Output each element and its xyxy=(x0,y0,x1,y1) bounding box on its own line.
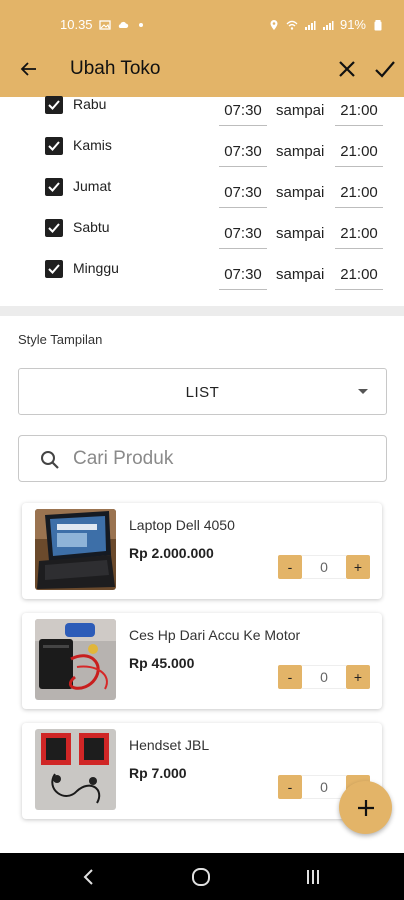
checkmark-icon xyxy=(48,223,60,233)
gallery-icon xyxy=(98,19,111,30)
display-style-label: Style Tampilan xyxy=(18,332,103,347)
schedule-row: Jumat 07:30 sampai 21:00 xyxy=(0,178,404,216)
until-label: sampai xyxy=(276,266,325,283)
location-icon xyxy=(270,19,278,30)
checkmark-icon xyxy=(48,100,60,110)
status-bar: 10.35 91% xyxy=(0,0,404,48)
arrow-left-icon xyxy=(20,62,36,76)
quantity-stepper: - 0 + xyxy=(278,665,370,689)
product-name: Ces Hp Dari Accu Ke Motor xyxy=(129,627,301,643)
recents-nav-icon xyxy=(307,870,319,884)
display-style-dropdown[interactable]: LIST xyxy=(18,368,387,415)
checkmark-icon xyxy=(48,141,60,151)
close-button[interactable] xyxy=(332,54,362,84)
product-card[interactable]: Hendset JBL Rp 7.000 - 0 + xyxy=(22,723,382,819)
signal-icon xyxy=(322,20,334,30)
close-icon xyxy=(339,61,355,77)
back-button[interactable] xyxy=(14,54,44,84)
product-price: Rp 2.000.000 xyxy=(129,545,214,561)
quantity-value[interactable]: 0 xyxy=(302,555,346,579)
product-image xyxy=(35,729,116,810)
product-card[interactable]: Ces Hp Dari Accu Ke Motor Rp 45.000 - 0 … xyxy=(22,613,382,709)
page-title: Ubah Toko xyxy=(70,58,161,79)
day-checkbox[interactable] xyxy=(45,219,63,237)
search-icon xyxy=(41,451,59,469)
battery-icon xyxy=(374,19,382,30)
quantity-value[interactable]: 0 xyxy=(302,665,346,689)
search-input[interactable] xyxy=(73,446,373,472)
open-time-field[interactable]: 07:30 xyxy=(219,182,267,208)
product-name: Hendset JBL xyxy=(129,737,210,753)
cloud-icon xyxy=(118,21,128,28)
wifi-icon xyxy=(286,20,298,30)
schedule-row: Rabu 07:30 sampai 21:00 xyxy=(0,96,404,134)
day-checkbox[interactable] xyxy=(45,260,63,278)
back-nav-icon xyxy=(83,869,93,885)
close-time-field[interactable]: 21:00 xyxy=(335,141,383,167)
increase-quantity-button[interactable]: + xyxy=(346,665,370,689)
day-checkbox[interactable] xyxy=(45,96,63,114)
until-label: sampai xyxy=(276,102,325,119)
until-label: sampai xyxy=(276,184,325,201)
section-divider xyxy=(0,306,404,316)
nav-home-button[interactable] xyxy=(186,865,216,889)
checkmark-icon xyxy=(48,182,60,192)
app-header: 10.35 91% Ubah Toko xyxy=(0,0,404,97)
decrease-quantity-button[interactable]: - xyxy=(278,555,302,579)
schedule-row: Minggu 07:30 sampai 21:00 xyxy=(0,260,404,298)
day-label: Rabu xyxy=(73,96,107,112)
until-label: sampai xyxy=(276,143,325,160)
day-label: Minggu xyxy=(73,260,119,276)
day-label: Jumat xyxy=(73,178,112,194)
product-card[interactable]: Laptop Dell 4050 Rp 2.000.000 - 0 + xyxy=(22,503,382,599)
checkmark-icon xyxy=(48,264,60,274)
open-time-field[interactable]: 07:30 xyxy=(219,223,267,249)
day-label: Sabtu xyxy=(73,219,110,235)
close-time-field[interactable]: 21:00 xyxy=(335,100,383,126)
product-image xyxy=(35,619,116,700)
close-time-field[interactable]: 21:00 xyxy=(335,223,383,249)
caret-down-icon xyxy=(358,389,368,394)
product-image xyxy=(35,509,116,590)
day-label: Kamis xyxy=(73,137,112,153)
decrease-quantity-button[interactable]: - xyxy=(278,665,302,689)
product-price: Rp 7.000 xyxy=(129,765,187,781)
open-time-field[interactable]: 07:30 xyxy=(219,100,267,126)
nav-recents-button[interactable] xyxy=(298,865,328,889)
check-icon xyxy=(375,61,395,78)
decrease-quantity-button[interactable]: - xyxy=(278,775,302,799)
day-checkbox[interactable] xyxy=(45,137,63,155)
increase-quantity-button[interactable]: + xyxy=(346,555,370,579)
close-time-field[interactable]: 21:00 xyxy=(335,264,383,290)
add-product-button[interactable] xyxy=(339,781,392,834)
nav-back-button[interactable] xyxy=(74,865,104,889)
until-label: sampai xyxy=(276,225,325,242)
signal-icon xyxy=(304,20,316,30)
home-nav-icon xyxy=(192,868,210,886)
quantity-value[interactable]: 0 xyxy=(302,775,346,799)
dot-icon xyxy=(138,22,143,27)
quantity-stepper: - 0 + xyxy=(278,555,370,579)
close-time-field[interactable]: 21:00 xyxy=(335,182,383,208)
search-box xyxy=(18,435,387,482)
open-time-field[interactable]: 07:30 xyxy=(219,141,267,167)
app-bar: Ubah Toko xyxy=(0,48,404,92)
status-time: 10.35 xyxy=(60,17,93,32)
battery-level: 91% xyxy=(339,17,366,32)
product-name: Laptop Dell 4050 xyxy=(129,517,235,533)
day-checkbox[interactable] xyxy=(45,178,63,196)
schedule-row: Sabtu 07:30 sampai 21:00 xyxy=(0,219,404,257)
schedule-row: Kamis 07:30 sampai 21:00 xyxy=(0,137,404,175)
plus-icon xyxy=(357,799,374,816)
open-time-field[interactable]: 07:30 xyxy=(219,264,267,290)
system-nav-bar xyxy=(0,853,404,900)
product-price: Rp 45.000 xyxy=(129,655,195,671)
save-button[interactable] xyxy=(370,54,400,84)
display-style-value: LIST xyxy=(185,384,220,401)
